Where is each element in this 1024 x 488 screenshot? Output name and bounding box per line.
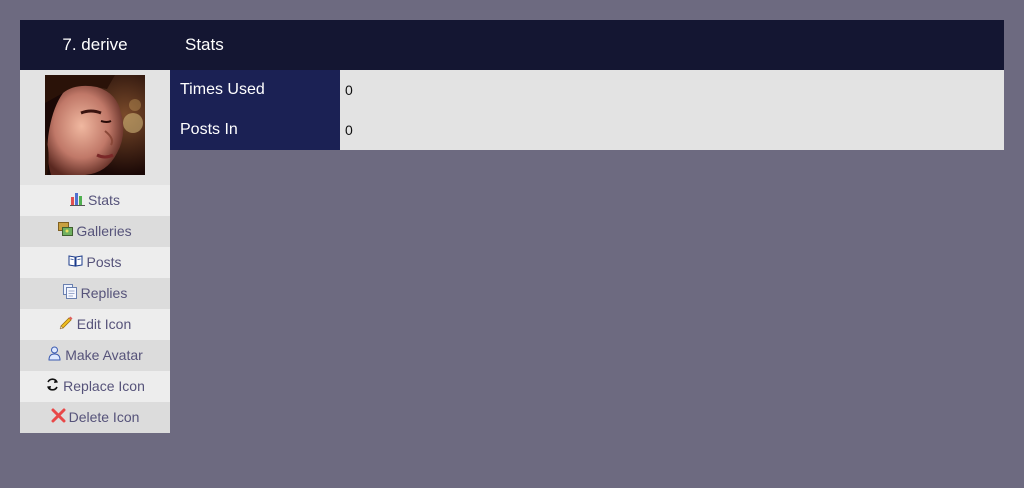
stat-label: Times Used: [170, 70, 340, 110]
table-row: Times Used 0: [170, 70, 1004, 110]
menu-item-edit-icon[interactable]: Edit Icon: [20, 309, 170, 340]
menu-item-label: Stats: [88, 192, 120, 208]
menu-item-replies[interactable]: Replies: [20, 278, 170, 309]
galleries-icon: [58, 222, 74, 237]
stat-value: 0: [340, 70, 1004, 110]
book-icon: [68, 253, 83, 268]
bar-chart-icon: [70, 191, 86, 206]
user-icon: [47, 346, 62, 361]
page-header: 7. derive Stats: [20, 20, 1004, 70]
menu-item-stats[interactable]: Stats: [20, 185, 170, 216]
menu-item-label: Posts: [86, 254, 122, 270]
menu-item-label: Galleries: [76, 223, 132, 239]
icon-image: [45, 75, 145, 175]
menu-item-label: Make Avatar: [65, 347, 143, 363]
refresh-icon: [45, 377, 60, 392]
icon-sidebar: Stats Galleries Posts Replies Edit Icon …: [20, 70, 170, 433]
menu-item-posts[interactable]: Posts: [20, 247, 170, 278]
icon-actions-menu: Stats Galleries Posts Replies Edit Icon …: [20, 185, 170, 433]
replies-icon: [62, 284, 78, 299]
menu-item-label: Replies: [80, 285, 128, 301]
table-row: Posts In 0: [170, 110, 1004, 150]
pencil-icon: [59, 315, 74, 330]
stats-table: Times Used 0 Posts In 0: [170, 70, 1004, 150]
icon-title: 7. derive: [62, 35, 128, 54]
menu-item-label: Edit Icon: [76, 316, 132, 332]
stat-label: Posts In: [170, 110, 340, 150]
menu-item-galleries[interactable]: Galleries: [20, 216, 170, 247]
section-title: Stats: [185, 35, 224, 54]
menu-item-label: Replace Icon: [63, 378, 145, 394]
stat-value: 0: [340, 110, 1004, 150]
menu-item-label: Delete Icon: [68, 409, 140, 425]
menu-item-replace-icon[interactable]: Replace Icon: [20, 371, 170, 402]
delete-x-icon: [51, 408, 66, 423]
menu-item-make-avatar[interactable]: Make Avatar: [20, 340, 170, 371]
menu-item-delete-icon[interactable]: Delete Icon: [20, 402, 170, 433]
